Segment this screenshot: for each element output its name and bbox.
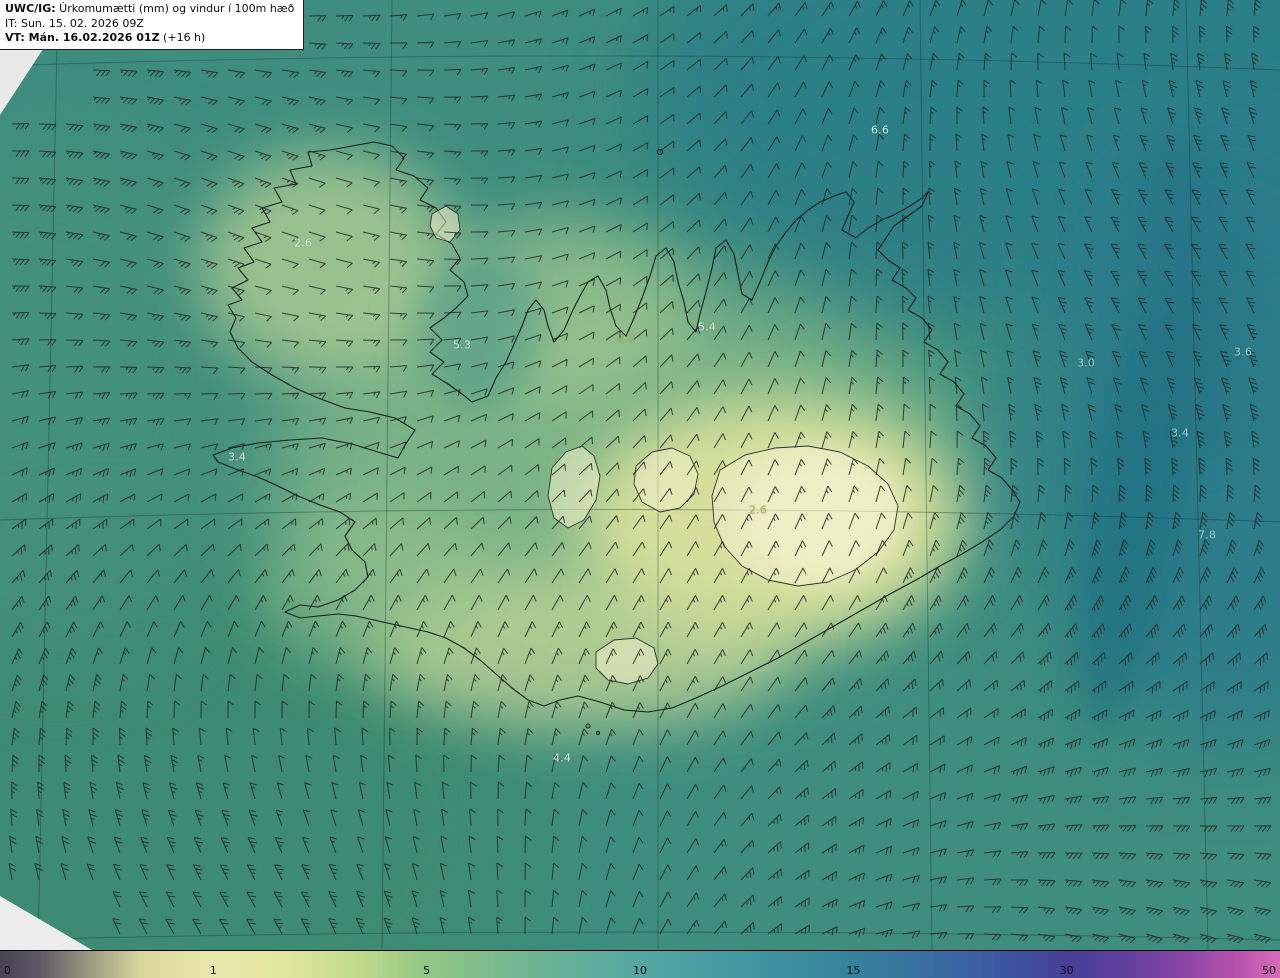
colorbar-tick-label: 50 — [1262, 964, 1276, 977]
colorbar-tick-label: 15 — [846, 964, 861, 977]
valid-time-line: VT: Mán. 16.02.2026 01Z (+16 h) — [5, 31, 294, 46]
map-title-line: UWC/IG: Úrkomumætti (mm) og vindur í 100… — [5, 2, 294, 17]
map-canvas — [0, 0, 1280, 950]
colorbar-tick-label: 0 — [4, 964, 11, 977]
lead-time: (+16 h) — [159, 31, 206, 45]
colorbar-tick-label: 1 — [209, 964, 217, 977]
valid-time: VT: Mán. 16.02.2026 01Z — [5, 31, 160, 45]
model-name: UWC/IG: — [5, 2, 56, 15]
init-time-line: IT: Sun. 15. 02. 2026 09Z — [5, 16, 144, 30]
map-title-box: UWC/IG: Úrkomumætti (mm) og vindur í 100… — [0, 0, 305, 50]
colorbar-tick-label: 10 — [633, 964, 647, 977]
colorbar-tick-label: 30 — [1059, 964, 1074, 977]
colorbar: 0 1 5 10 15 30 50 — [0, 950, 1280, 978]
map-parameter-label: Úrkomumætti (mm) og vindur í 100m hæð — [55, 2, 295, 15]
weather-map-page: UWC/IG: Úrkomumætti (mm) og vindur í 100… — [0, 0, 1280, 978]
colorbar-tick-label: 5 — [423, 964, 431, 977]
colorbar-ticks: 0 1 5 10 15 30 50 — [0, 951, 1280, 978]
